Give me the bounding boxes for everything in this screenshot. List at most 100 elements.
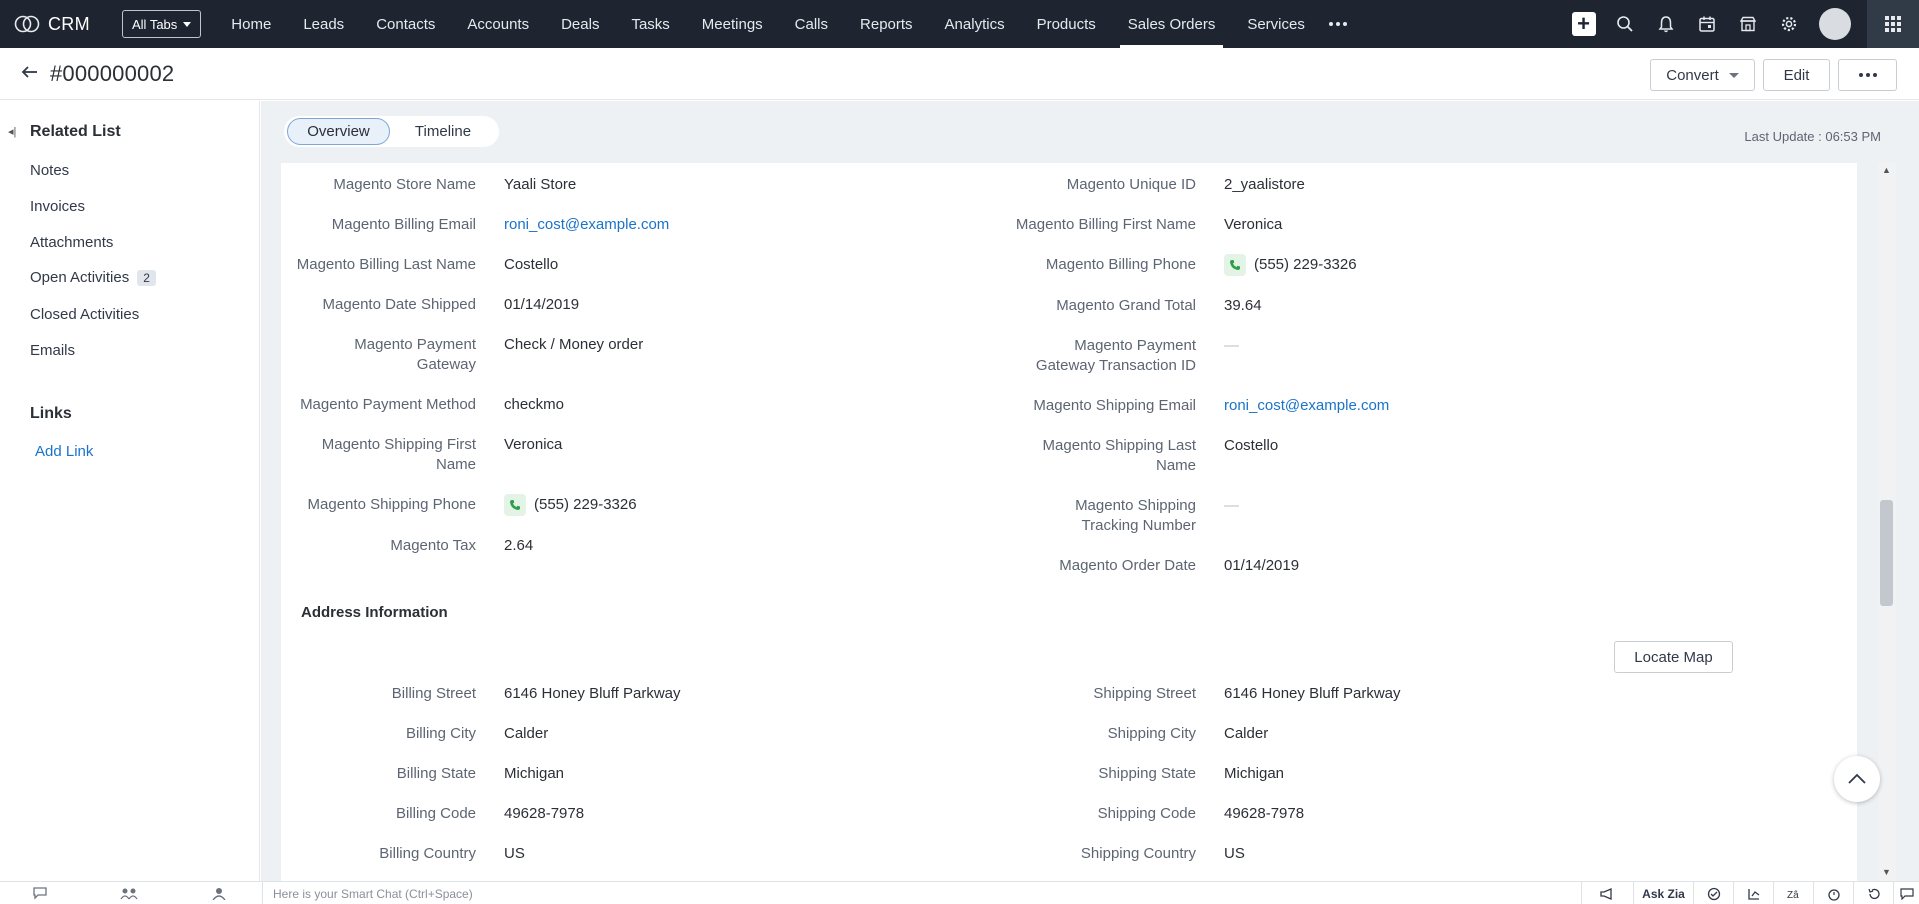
sidebar-item-notes[interactable]: Notes: [30, 162, 69, 179]
convert-button[interactable]: Convert: [1650, 59, 1755, 91]
history-icon: [1867, 888, 1880, 899]
field-value: 01/14/2019: [1224, 557, 1300, 574]
field-value: 49628-7978: [1224, 805, 1305, 822]
shipping-phone-value[interactable]: (555) 229-3326: [504, 494, 637, 516]
field-label: Shipping State: [1098, 765, 1196, 782]
chat-button[interactable]: [1893, 882, 1919, 904]
phone-number: (555) 229-3326: [534, 496, 637, 513]
all-tabs-label: All Tabs: [132, 16, 178, 32]
field-value: Calder: [504, 725, 549, 742]
nav-tab-sales-orders[interactable]: Sales Orders: [1112, 0, 1232, 48]
field-value: US: [504, 845, 525, 862]
sidebar-item-attachments[interactable]: Attachments: [30, 234, 113, 251]
nav-tab-meetings[interactable]: Meetings: [686, 0, 779, 48]
nav-tab-analytics[interactable]: Analytics: [929, 0, 1021, 48]
field-value: Michigan: [1224, 765, 1285, 782]
user-avatar[interactable]: [1819, 8, 1851, 40]
alarm-button[interactable]: [1813, 882, 1853, 904]
nav-tab-reports[interactable]: Reports: [844, 0, 929, 48]
channels-icon[interactable]: [120, 886, 138, 900]
field-value: US: [1224, 845, 1245, 862]
view-switcher: Overview Timeline: [284, 116, 499, 147]
nav-tab-home[interactable]: Home: [215, 0, 287, 48]
field-value: 01/14/2019: [504, 296, 580, 313]
field-label: Shipping Country: [1080, 845, 1196, 862]
field-label: Magento Unique ID: [1066, 176, 1196, 193]
contacts-icon[interactable]: [210, 886, 228, 900]
field-label: Magento Billing Phone: [1045, 256, 1196, 273]
scrollbar-thumb[interactable]: [1880, 500, 1893, 606]
field-label: Magento Date Shipped: [322, 296, 476, 313]
scroll-up-arrow-icon[interactable]: ▲: [1882, 165, 1891, 175]
signals-button[interactable]: [1693, 882, 1733, 904]
shipping-email-link[interactable]: roni_cost@example.com: [1224, 396, 1389, 416]
nav-tab-leads[interactable]: Leads: [287, 0, 360, 48]
section-title-address: Address Information: [301, 604, 448, 621]
calendar-button[interactable]: [1686, 0, 1727, 48]
record-header: #000000002 Convert Edit: [0, 48, 1919, 100]
nav-tab-tasks[interactable]: Tasks: [615, 0, 685, 48]
tab-overview[interactable]: Overview: [287, 118, 390, 145]
related-list-heading: Related List: [30, 123, 121, 140]
billing-email-link[interactable]: roni_cost@example.com: [504, 215, 669, 235]
field-value: checkmo: [504, 396, 565, 413]
smart-chat-input[interactable]: Here is your Smart Chat (Ctrl+Space): [262, 882, 473, 904]
scroll-down-arrow-icon[interactable]: ▼: [1882, 867, 1891, 877]
history-button[interactable]: [1853, 882, 1893, 904]
empty-value: —: [1224, 497, 1239, 514]
search-button[interactable]: [1604, 0, 1645, 48]
nav-tab-calls[interactable]: Calls: [779, 0, 844, 48]
chats-icon[interactable]: [32, 886, 50, 900]
back-button[interactable]: [20, 62, 40, 86]
nav-tab-products[interactable]: Products: [1021, 0, 1112, 48]
field-value: 2_yaalistore: [1224, 176, 1305, 193]
more-icon: [1328, 22, 1347, 26]
nav-tab-services[interactable]: Services: [1231, 0, 1321, 48]
all-tabs-dropdown[interactable]: All Tabs: [122, 10, 202, 38]
workflow-button[interactable]: [1733, 882, 1773, 904]
field-label-line: Magento Payment: [1074, 337, 1196, 354]
field-label-line: Magento Shipping First: [321, 436, 476, 453]
add-link[interactable]: Add Link: [35, 443, 93, 460]
nav-tab-accounts[interactable]: Accounts: [451, 0, 545, 48]
vertical-scrollbar[interactable]: ▲ ▼: [1878, 163, 1896, 881]
nav-tab-contacts[interactable]: Contacts: [360, 0, 451, 48]
billing-phone-value[interactable]: (555) 229-3326: [1224, 254, 1357, 276]
sidebar-item-closed-activities[interactable]: Closed Activities: [30, 306, 139, 323]
tab-timeline[interactable]: Timeline: [390, 118, 496, 145]
field-value: Check / Money order: [504, 336, 644, 353]
locate-map-button[interactable]: Locate Map: [1614, 641, 1733, 673]
notifications-button[interactable]: [1645, 0, 1686, 48]
more-actions-button[interactable]: [1838, 59, 1897, 91]
field-value: Calder: [1224, 725, 1269, 742]
edit-button[interactable]: Edit: [1763, 59, 1830, 91]
ask-zia-button[interactable]: Ask Zia: [1633, 882, 1693, 904]
app-switcher-button[interactable]: [1867, 0, 1919, 48]
translate-button[interactable]: Zâ: [1773, 882, 1813, 904]
field-value: Veronica: [1224, 216, 1283, 233]
record-title: #000000002: [50, 61, 175, 86]
sidebar-item-invoices[interactable]: Invoices: [30, 198, 85, 215]
bottom-bar: Here is your Smart Chat (Ctrl+Space) Ask…: [0, 881, 1919, 904]
field-label-line: Tracking Number: [1081, 517, 1196, 534]
field-label: Magento Billing Last Name: [296, 256, 476, 273]
announcements-button[interactable]: [1581, 882, 1633, 904]
sidebar-item-label: Attachments: [30, 234, 114, 251]
bell-icon: [1658, 16, 1673, 33]
more-tabs-button[interactable]: [1321, 0, 1355, 48]
sidebar-item-emails[interactable]: Emails: [30, 342, 75, 359]
create-button[interactable]: +: [1563, 0, 1604, 48]
settings-button[interactable]: [1768, 0, 1809, 48]
collapse-sidebar-icon[interactable]: ◂|: [8, 125, 16, 138]
sidebar-item-open-activities[interactable]: Open Activities 2: [30, 269, 156, 286]
crm-logo[interactable]: CRM: [14, 14, 106, 35]
chevron-down-icon: [183, 21, 192, 27]
scroll-to-top-button[interactable]: [1834, 756, 1880, 802]
nav-tab-deals[interactable]: Deals: [545, 0, 615, 48]
field-label: Magento Shipping Phone: [307, 496, 476, 513]
calendar-icon: [1698, 16, 1715, 32]
field-value: 39.64: [1224, 297, 1262, 314]
more-icon: [1858, 73, 1877, 77]
marketplace-button[interactable]: [1727, 0, 1768, 48]
module-tabs: Home Leads Contacts Accounts Deals Tasks…: [215, 0, 1355, 48]
